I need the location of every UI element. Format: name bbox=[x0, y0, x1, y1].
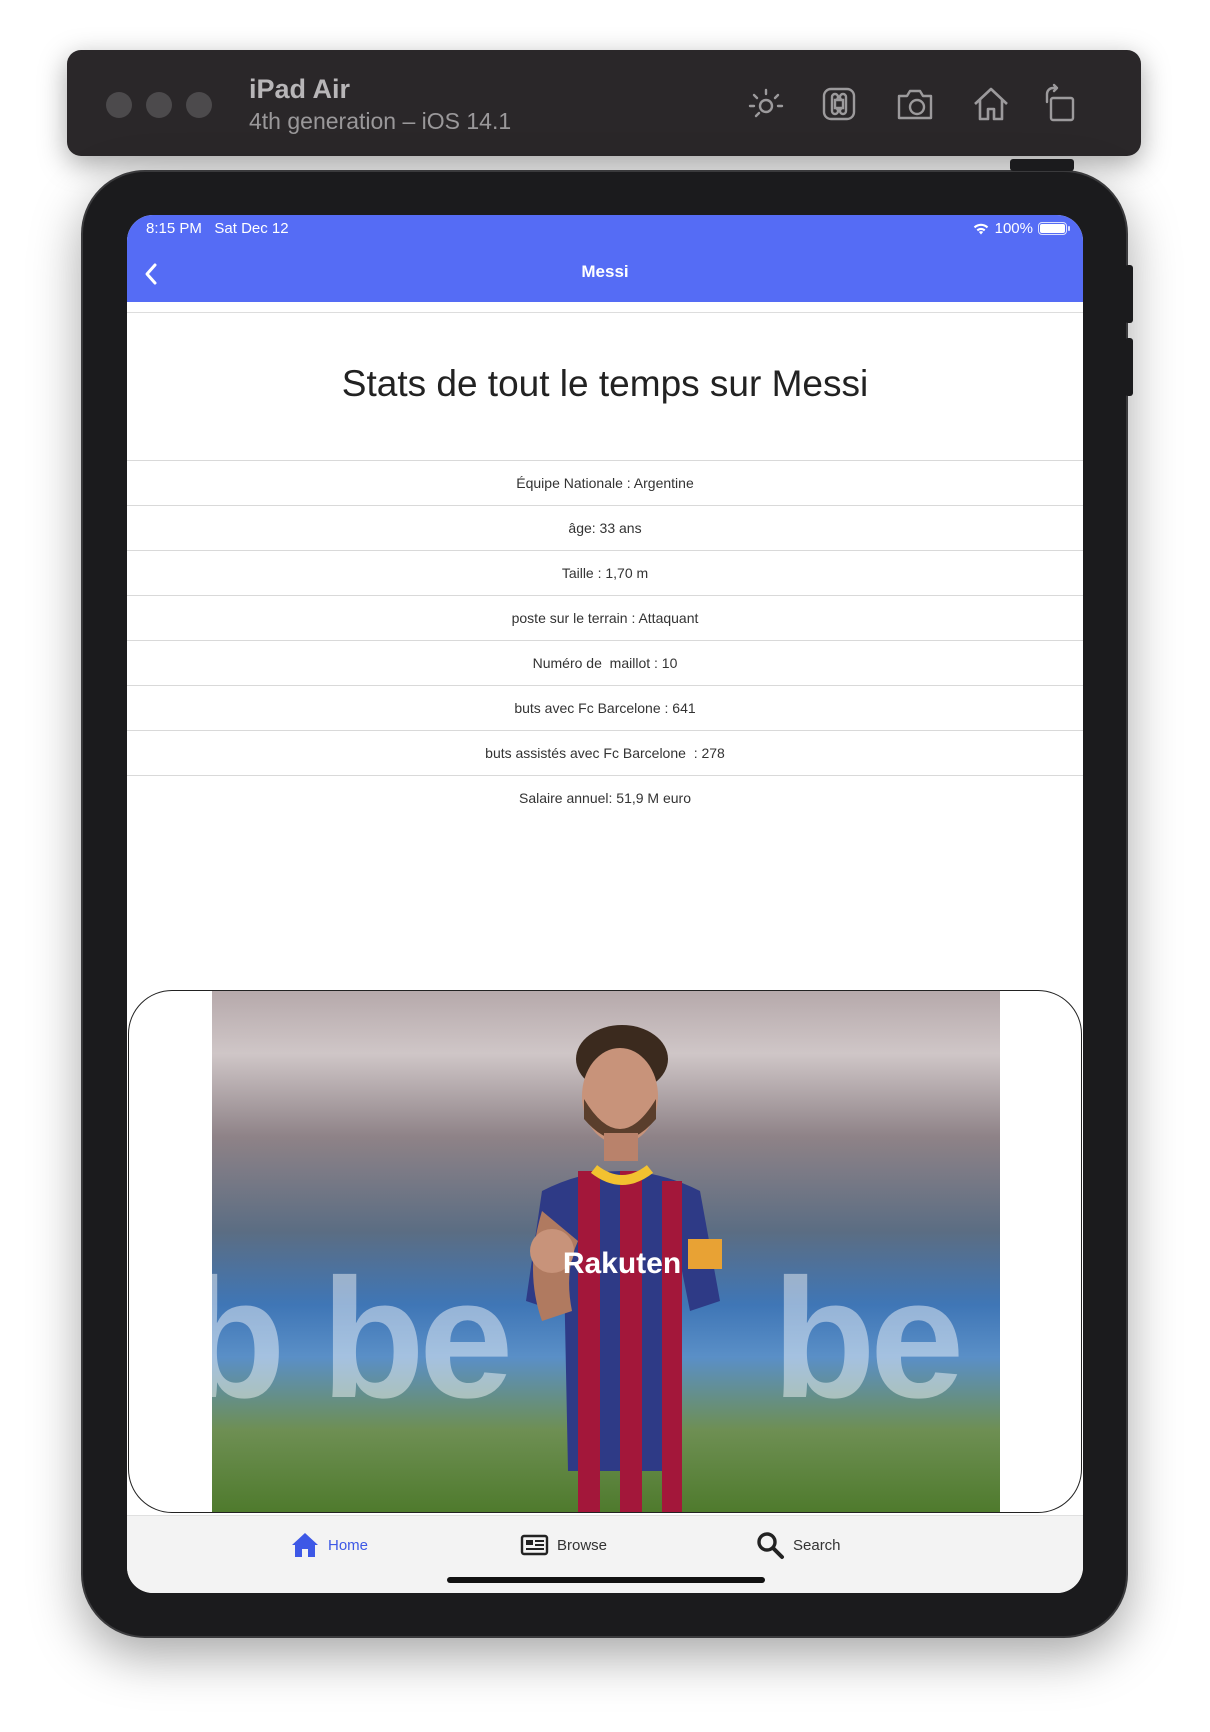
command-icon[interactable] bbox=[817, 82, 861, 126]
stat-jersey-number: Numéro de maillot : 10 bbox=[127, 640, 1083, 685]
rotate-icon[interactable] bbox=[1039, 82, 1083, 126]
simulator-toolbar: iPad Air 4th generation – iOS 14.1 bbox=[67, 50, 1141, 156]
player-photo: b be be Rakuten bbox=[212, 991, 1000, 1512]
divider bbox=[127, 312, 1083, 313]
time-label: 8:15 PM bbox=[146, 220, 202, 237]
zoom-window-button[interactable] bbox=[186, 92, 212, 118]
page-title: Stats de tout le temps sur Messi bbox=[341, 363, 869, 404]
navigation-bar: 8:15 PM Sat Dec 12 100% Messi bbox=[127, 215, 1083, 302]
minimize-window-button[interactable] bbox=[146, 92, 172, 118]
background-ad-board-right: be bbox=[772, 1244, 964, 1434]
tab-search[interactable]: Search bbox=[755, 1530, 841, 1560]
stat-salary: Salaire annuel: 51,9 M euro bbox=[127, 775, 1083, 820]
player-figure: Rakuten bbox=[526, 1025, 722, 1512]
status-bar-time: 8:15 PM Sat Dec 12 bbox=[146, 220, 289, 237]
nav-title: Messi bbox=[581, 262, 629, 281]
battery-fill bbox=[1040, 224, 1065, 233]
stat-goals: buts avec Fc Barcelone : 641 bbox=[127, 685, 1083, 730]
stat-age: âge: 33 ans bbox=[127, 505, 1083, 550]
tab-home-label: Home bbox=[328, 1536, 369, 1554]
jersey-text: Rakuten bbox=[563, 1247, 681, 1280]
device-detail: 4th generation – iOS 14.1 bbox=[249, 108, 512, 134]
newspaper-icon bbox=[520, 1534, 549, 1556]
background-ad-board: b be bbox=[212, 1244, 513, 1434]
home-indicator[interactable] bbox=[447, 1577, 765, 1583]
wifi-icon bbox=[973, 223, 988, 234]
device-name: iPad Air bbox=[249, 74, 351, 104]
stat-position: poste sur le terrain : Attaquant bbox=[127, 595, 1083, 640]
battery-icon bbox=[1038, 222, 1070, 235]
brightness-icon[interactable] bbox=[744, 82, 788, 126]
tab-browse[interactable]: Browse bbox=[519, 1530, 607, 1560]
stat-national-team: Équipe Nationale : Argentine bbox=[127, 460, 1083, 505]
volume-up-button bbox=[1125, 265, 1133, 323]
home-icon[interactable] bbox=[969, 82, 1013, 126]
app-screen: 8:15 PM Sat Dec 12 100% Messi Stats de t… bbox=[127, 215, 1083, 1593]
battery-percent: 100% bbox=[994, 220, 1033, 237]
home-icon bbox=[292, 1533, 318, 1557]
search-icon bbox=[757, 1532, 784, 1559]
top-button bbox=[1010, 159, 1074, 171]
stat-assists: buts assistés avec Fc Barcelone : 278 bbox=[127, 730, 1083, 775]
status-bar-right: 100% bbox=[972, 220, 1070, 237]
volume-down-button bbox=[1125, 338, 1133, 396]
tab-home[interactable]: Home bbox=[290, 1530, 368, 1560]
tab-search-label: Search bbox=[793, 1536, 841, 1554]
screenshot-icon[interactable] bbox=[893, 82, 937, 126]
close-window-button[interactable] bbox=[106, 92, 132, 118]
date-label: Sat Dec 12 bbox=[214, 220, 289, 237]
stat-height: Taille : 1,70 m bbox=[127, 550, 1083, 595]
player-photo-card: b be be Rakuten bbox=[128, 990, 1082, 1513]
tab-browse-label: Browse bbox=[557, 1536, 608, 1554]
stats-list: Équipe Nationale : Argentine âge: 33 ans… bbox=[127, 460, 1083, 820]
